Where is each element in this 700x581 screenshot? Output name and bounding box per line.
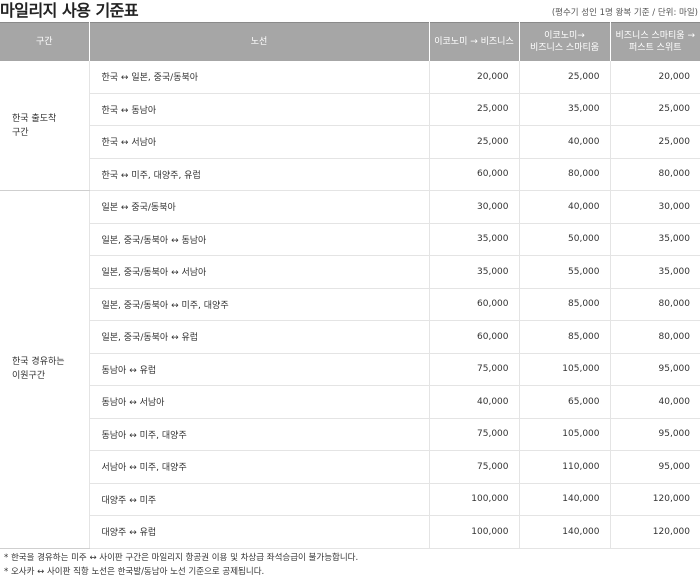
table-row: 일본, 중국/동북아 ↔ 동남아 35,000 50,000 35,000 — [0, 223, 700, 256]
table-row: 한국 ↔ 서남아 25,000 40,000 25,000 — [0, 125, 700, 159]
economy-to-business-value: 25,000 — [428, 125, 519, 159]
economy-to-smartium-value: 140,000 — [518, 483, 610, 516]
economy-to-business-value: 75,000 — [428, 353, 519, 386]
route-cell: 서남아 ↔ 미주, 대양주 — [88, 450, 429, 484]
header-route: 노선 — [88, 22, 429, 61]
route-cell: 일본 ↔ 중국/동북아 — [88, 190, 429, 224]
economy-to-smartium-value: 35,000 — [518, 93, 610, 126]
smartium-to-first-value: 80,000 — [609, 288, 700, 321]
route-cell: 동남아 ↔ 서남아 — [88, 385, 429, 419]
table-body: 한국 출도착 구간 한국 ↔ 일본, 중국/동북아 20,000 25,000 20,00… — [0, 61, 700, 549]
economy-to-smartium-value: 140,000 — [518, 515, 610, 549]
route-cell: 한국 ↔ 일본, 중국/동북아 — [88, 61, 429, 94]
table-row: 한국 ↔ 미주, 대양주, 유럽 60,000 80,000 80,000 — [0, 158, 700, 191]
route-cell: 동남아 ↔ 유럽 — [88, 353, 429, 386]
economy-to-smartium-value: 40,000 — [518, 125, 610, 159]
header-economy-to-business: 이코노미 → 비즈니스 — [428, 22, 519, 61]
economy-to-smartium-value: 105,000 — [518, 418, 610, 451]
route-cell: 대양주 ↔ 미주 — [88, 483, 429, 516]
table-row: 일본, 중국/동북아 ↔ 유럽 60,000 85,000 80,000 — [0, 320, 700, 354]
smartium-to-first-value: 35,000 — [609, 255, 700, 289]
mileage-chart-page: 마일리지 사용 기준표 (평수기 성인 1명 왕복 기준 / 단위: 마일) 구… — [0, 0, 700, 581]
economy-to-business-value: 30,000 — [428, 190, 519, 224]
page-title: 마일리지 사용 기준표 — [0, 1, 139, 20]
economy-to-business-value: 75,000 — [428, 450, 519, 484]
footnote: * 한국을 경유하는 미주 ↔ 사이판 구간은 마일리지 항공권 이용 및 차상… — [4, 553, 359, 563]
table-row: 한국 ↔ 동남아 25,000 35,000 25,000 — [0, 93, 700, 126]
section-label-line2: 구간 — [12, 127, 29, 138]
section-label-line1: 한국 출도착 — [12, 113, 57, 124]
economy-to-smartium-value: 40,000 — [518, 190, 610, 224]
footnote: * 오사카 ↔ 사이판 직항 노선은 한국발/동남아 노선 기준으로 공제됩니다… — [4, 567, 265, 577]
unit-note: (평수기 성인 1명 왕복 기준 / 단위: 마일) — [551, 8, 698, 18]
smartium-to-first-value: 95,000 — [609, 450, 700, 484]
route-cell: 한국 ↔ 서남아 — [88, 125, 429, 159]
footnotes: * 한국을 경유하는 미주 ↔ 사이판 구간은 마일리지 항공권 이용 및 차상… — [4, 551, 358, 579]
economy-to-smartium-value: 50,000 — [518, 223, 610, 256]
header-economy-to-smartium: 이코노미→ 비즈니스 스마티움 — [518, 22, 610, 61]
table-row: 동남아 ↔ 미주, 대양주 75,000 105,000 95,000 — [0, 418, 700, 451]
economy-to-business-value: 20,000 — [428, 61, 519, 94]
header-col2-line2: 비즈니스 스마티움 — [529, 43, 600, 53]
smartium-to-first-value: 80,000 — [609, 320, 700, 354]
mileage-table: 구간 노선 이코노미 → 비즈니스 이코노미→ 비즈니스 스마티움 비즈니스 스… — [0, 22, 700, 549]
economy-to-smartium-value: 80,000 — [518, 158, 610, 191]
smartium-to-first-value: 30,000 — [609, 190, 700, 224]
table-row: 대양주 ↔ 미주 100,000 140,000 120,000 — [0, 483, 700, 516]
economy-to-business-value: 25,000 — [428, 93, 519, 126]
table-row: 서남아 ↔ 미주, 대양주 75,000 110,000 95,000 — [0, 450, 700, 484]
smartium-to-first-value: 120,000 — [609, 483, 700, 516]
route-cell: 일본, 중국/동북아 ↔ 동남아 — [88, 223, 429, 256]
table-row: 한국 경유하는 이원구간 일본 ↔ 중국/동북아 30,000 40,000 30,000 — [0, 190, 700, 549]
smartium-to-first-value: 25,000 — [609, 93, 700, 126]
route-cell: 한국 ↔ 동남아 — [88, 93, 429, 126]
header-col3-line1: 비즈니스 스마티움 → — [615, 31, 695, 41]
smartium-to-first-value: 20,000 — [609, 61, 700, 94]
economy-to-business-value: 35,000 — [428, 223, 519, 256]
route-cell: 동남아 ↔ 미주, 대양주 — [88, 418, 429, 451]
route-cell: 일본, 중국/동북아 ↔ 서남아 — [88, 255, 429, 289]
economy-to-smartium-value: 25,000 — [518, 61, 610, 94]
economy-to-smartium-value: 65,000 — [518, 385, 610, 419]
economy-to-smartium-value: 85,000 — [518, 320, 610, 354]
smartium-to-first-value: 35,000 — [609, 223, 700, 256]
economy-to-smartium-value: 55,000 — [518, 255, 610, 289]
header-col3-line2: 퍼스트 스위트 — [628, 43, 682, 53]
economy-to-smartium-value: 105,000 — [518, 353, 610, 386]
route-cell: 한국 ↔ 미주, 대양주, 유럽 — [88, 158, 429, 191]
header-section: 구간 — [0, 22, 89, 61]
header-smartium-to-first: 비즈니스 스마티움 → 퍼스트 스위트 — [609, 22, 700, 61]
route-cell: 대양주 ↔ 유럽 — [88, 515, 429, 549]
section-label: 한국 경유하는이원구간 — [0, 190, 89, 549]
header-col2-line1: 이코노미→ — [544, 31, 585, 41]
economy-to-business-value: 40,000 — [428, 385, 519, 419]
smartium-to-first-value: 80,000 — [609, 158, 700, 191]
economy-to-business-value: 35,000 — [428, 255, 519, 289]
section-label-line2: 이원구간 — [12, 371, 46, 382]
table-row: 일본, 중국/동북아 ↔ 서남아 35,000 55,000 35,000 — [0, 255, 700, 289]
economy-to-business-value: 100,000 — [428, 515, 519, 549]
smartium-to-first-value: 40,000 — [609, 385, 700, 419]
smartium-to-first-value: 120,000 — [609, 515, 700, 549]
table-row: 일본, 중국/동북아 ↔ 미주, 대양주 60,000 85,000 80,000 — [0, 288, 700, 321]
section-label-line1: 한국 경유하는 — [12, 357, 65, 368]
table-header: 구간 노선 이코노미 → 비즈니스 이코노미→ 비즈니스 스마티움 비즈니스 스… — [0, 22, 700, 61]
economy-to-business-value: 60,000 — [428, 320, 519, 354]
table-row: 대양주 ↔ 유럽 100,000 140,000 120,000 — [0, 515, 700, 549]
table-row: 동남아 ↔ 유럽 75,000 105,000 95,000 — [0, 353, 700, 386]
economy-to-business-value: 60,000 — [428, 158, 519, 191]
economy-to-smartium-value: 85,000 — [518, 288, 610, 321]
smartium-to-first-value: 25,000 — [609, 125, 700, 159]
smartium-to-first-value: 95,000 — [609, 353, 700, 386]
route-cell: 일본, 중국/동북아 ↔ 유럽 — [88, 320, 429, 354]
table-row: 한국 출도착 구간 한국 ↔ 일본, 중국/동북아 20,000 25,000 20,00… — [0, 61, 700, 191]
section-label: 한국 출도착구간 — [0, 61, 89, 191]
route-cell: 일본, 중국/동북아 ↔ 미주, 대양주 — [88, 288, 429, 321]
economy-to-smartium-value: 110,000 — [518, 450, 610, 484]
economy-to-business-value: 100,000 — [428, 483, 519, 516]
economy-to-business-value: 60,000 — [428, 288, 519, 321]
table-row: 동남아 ↔ 서남아 40,000 65,000 40,000 — [0, 385, 700, 419]
smartium-to-first-value: 95,000 — [609, 418, 700, 451]
economy-to-business-value: 75,000 — [428, 418, 519, 451]
